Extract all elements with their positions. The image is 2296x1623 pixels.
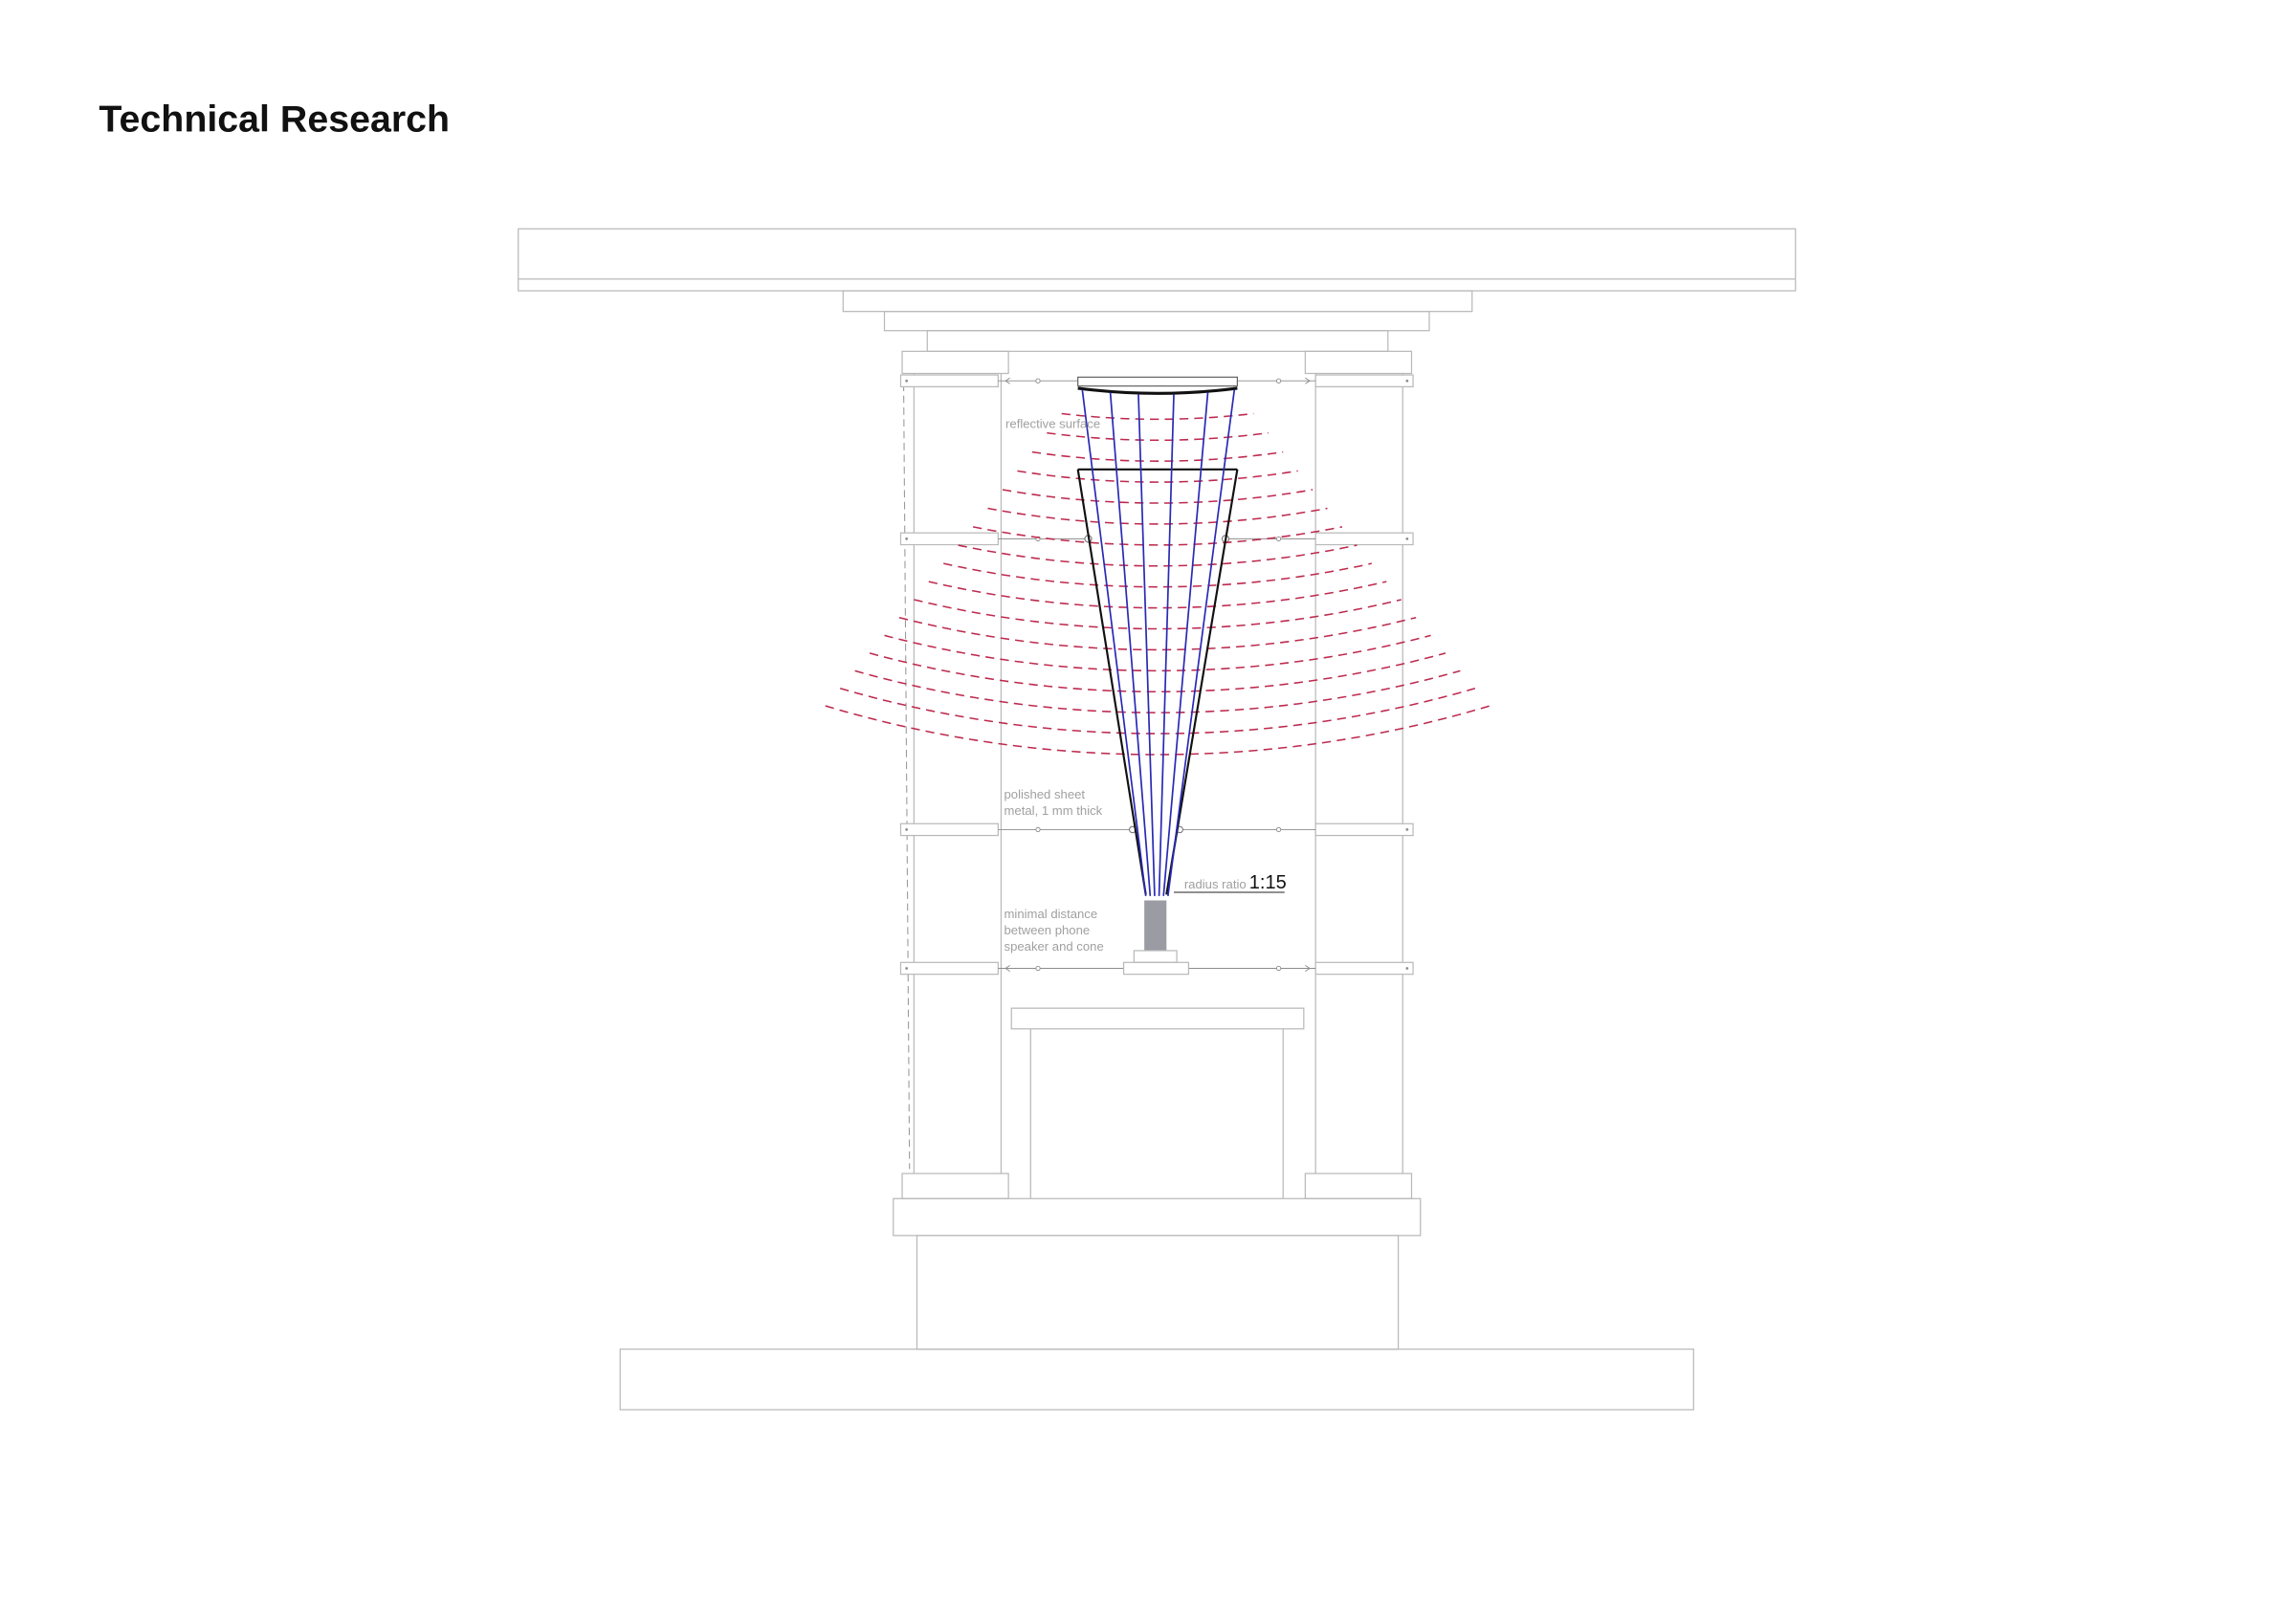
wire-knot: [1275, 536, 1282, 541]
sound-wave-arc: [1047, 431, 1269, 442]
left-column: [901, 350, 1009, 1199]
clamp-right: [1314, 822, 1414, 837]
wire-knot: [1035, 826, 1041, 833]
annotations: reflective surface polished sheet metal,…: [1004, 417, 1287, 954]
acoustic-cone: [1076, 376, 1239, 896]
right-column: [1304, 350, 1413, 1199]
clamp-bolt: [905, 828, 909, 831]
sound-wave-arc: [943, 562, 1372, 588]
right-column-base: [1304, 1173, 1413, 1199]
table: [1010, 1007, 1305, 1199]
label-polished-sheet-line-1: polished sheet: [1004, 787, 1086, 801]
table-top: [1010, 1007, 1305, 1030]
reflector-mount: [1077, 376, 1238, 387]
label-polished-sheet-line-2: metal, 1 mm thick: [1004, 803, 1103, 818]
clamp-level-lower: [899, 822, 1414, 837]
clamp-left: [899, 374, 999, 388]
plinth: [916, 1235, 1400, 1350]
sound-wave-arc: [898, 616, 1417, 651]
clamp-bolt: [1405, 967, 1409, 970]
sound-wave-arc: [869, 652, 1446, 693]
phone: [1144, 900, 1167, 951]
right-column-capital: [1304, 350, 1413, 375]
ground-base: [619, 1349, 1694, 1411]
page-title: Technical Research: [99, 98, 450, 140]
phone-holder-base: [1122, 961, 1190, 976]
sound-wave-arc: [928, 581, 1387, 609]
vertical-dashed-guide: [903, 384, 911, 1170]
sound-wave-arc: [884, 634, 1431, 672]
left-column-base: [901, 1173, 1009, 1199]
clamp-bolt: [905, 967, 909, 970]
wire-knot: [1275, 826, 1282, 833]
phone-holder: [1133, 950, 1178, 963]
wire-knot: [1275, 965, 1282, 972]
clamp-bolt: [1405, 379, 1409, 383]
left-column-capital: [901, 350, 1009, 375]
label-minimal-distance-line-2: between phone: [1004, 923, 1091, 937]
clamp-bolt: [1405, 537, 1409, 540]
clamp-bolt: [905, 537, 909, 540]
top-entablature: [518, 228, 1797, 352]
sound-ray: [1109, 392, 1152, 896]
clamp-left: [899, 961, 999, 976]
clamp-right: [1314, 961, 1414, 976]
cornice-tier-2: [883, 311, 1430, 332]
wire-knot: [1035, 965, 1041, 972]
clamp-left: [899, 532, 999, 546]
cornice-tier-3: [926, 330, 1389, 352]
pedestal: [619, 1197, 1694, 1411]
sound-waves: [825, 412, 1490, 756]
clamp-level-bottom: [899, 961, 1414, 976]
label-reflective-surface: reflective surface: [1005, 417, 1100, 431]
clamp-left: [899, 822, 999, 837]
label-minimal-distance-line-1: minimal distance: [1004, 907, 1098, 921]
sound-wave-arc: [854, 669, 1461, 713]
phone-assembly: [1122, 900, 1190, 976]
sound-ray: [1081, 389, 1147, 896]
cornice-tier-1: [842, 290, 1473, 313]
sound-wave-arc: [972, 526, 1343, 546]
technical-drawing: Technical Research reflective surface po…: [99, 98, 1797, 1411]
radius-ratio-value: 1:15: [1249, 872, 1287, 893]
clamp-level-upper: [899, 532, 1414, 546]
clamp-bolt: [1405, 828, 1409, 831]
wire-knot: [1035, 378, 1041, 384]
clamp-bolt: [905, 379, 909, 383]
cone-left-wall: [1076, 469, 1147, 895]
sound-wave-arc: [958, 544, 1358, 567]
sound-wave-arc: [914, 599, 1402, 630]
clamp-right: [1314, 374, 1414, 388]
sound-wave-arc: [825, 705, 1490, 756]
clamp-right: [1314, 532, 1414, 546]
wire-knot: [1275, 378, 1282, 384]
reflective-dish: [1077, 386, 1238, 395]
base-slab: [893, 1197, 1422, 1237]
sound-wave-arc: [1031, 450, 1284, 462]
sound-wave-arc: [839, 688, 1476, 735]
sound-wave-arc: [987, 507, 1328, 525]
label-radius-ratio: radius ratio: [1184, 877, 1247, 891]
top-slab: [518, 228, 1797, 292]
label-minimal-distance-line-3: speaker and cone: [1004, 939, 1104, 954]
sound-wave-arc: [1002, 489, 1314, 504]
sound-wave-arc: [1017, 470, 1298, 483]
